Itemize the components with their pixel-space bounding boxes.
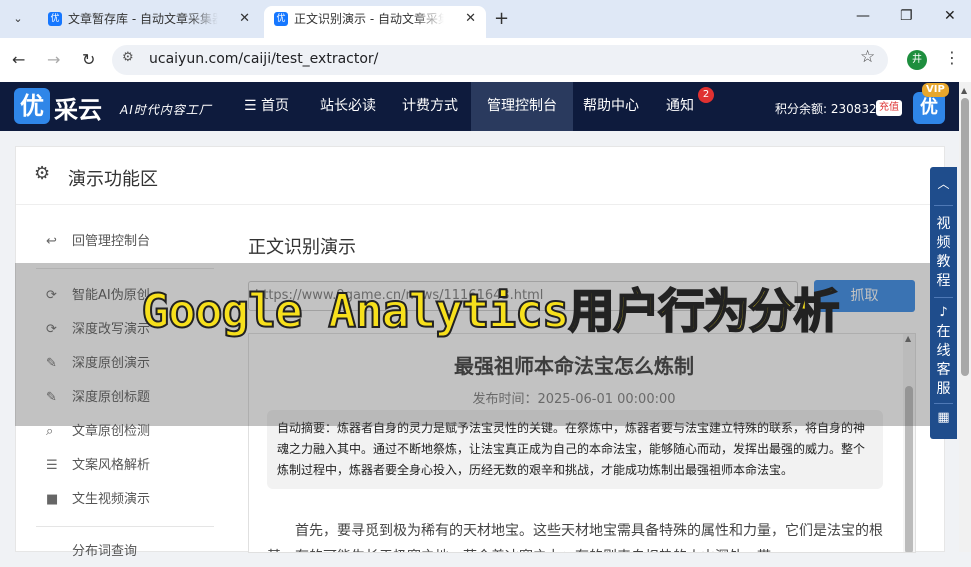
close-window-icon[interactable]: ✕: [944, 8, 956, 24]
logo-icon[interactable]: 优: [14, 88, 50, 124]
sidebar-item-label: 文生视频演示: [72, 492, 151, 507]
float-divider: [934, 297, 953, 298]
tab-list-chevron-icon[interactable]: ⌄: [8, 9, 28, 29]
vip-badge: VIP: [922, 83, 949, 97]
browser-tab-bar: ⌄ 优 文章暂存库 - 自动文章采集器 - 优采云 ✕ 优 正文识别演示 - 自…: [0, 0, 971, 38]
slogan: AI时代内容工厂: [120, 103, 212, 117]
nav-must-read[interactable]: 站长必读: [304, 82, 392, 131]
browser-tab-active[interactable]: 优 正文识别演示 - 自动文章采集器 - 优采云 ✕: [264, 6, 486, 38]
nav-home[interactable]: ☰ 首页: [228, 82, 305, 131]
overlay-caption: Google Analytics用户行为分析: [140, 284, 840, 338]
demo-title: 正文识别演示: [248, 237, 356, 258]
url-text: ucaiyun.com/caiji/test_extractor/: [149, 51, 379, 67]
floating-help-panel: ︿ 视频教程 ♪ 在线客服 ▦: [930, 167, 957, 439]
close-tab-icon[interactable]: ✕: [239, 6, 250, 32]
scroll-thumb[interactable]: [961, 98, 969, 376]
gear-icon: ⚙: [34, 163, 51, 184]
site-info-icon[interactable]: ⚙: [122, 50, 134, 65]
new-tab-button[interactable]: +: [494, 6, 509, 32]
float-divider: [934, 403, 953, 404]
collapse-up-icon[interactable]: ︿: [930, 175, 957, 192]
close-tab-icon[interactable]: ✕: [465, 6, 476, 32]
scroll-up-icon[interactable]: ▲: [961, 86, 967, 95]
url-field[interactable]: ⚙ ucaiyun.com/caiji/test_extractor/: [112, 45, 888, 75]
float-divider: [934, 205, 953, 206]
notify-count-badge: 2: [698, 87, 714, 103]
sidebar-item-keyword-query[interactable]: 分布词查询: [46, 537, 137, 567]
sidebar-item-text-to-video[interactable]: ■ 文生视频演示: [46, 485, 150, 515]
panel-header: ⚙ 演示功能区: [16, 147, 944, 205]
page-scrollbar[interactable]: ▲: [959, 82, 971, 552]
tab-title: 正文识别演示 - 自动文章采集器 - 优采云: [294, 12, 444, 26]
sidebar-item-style-analysis[interactable]: ☰ 文案风格解析: [46, 451, 150, 481]
nav-console[interactable]: 管理控制台: [471, 82, 573, 131]
list-icon: ☰: [46, 458, 58, 473]
article-body: 首先，要寻觅到极为稀有的天材地宝。这些天材地宝需具备特殊的属性和力量，它们是法宝…: [267, 523, 883, 552]
points-balance: 积分余额: 2308329: [775, 102, 885, 116]
tab-title: 文章暂存库 - 自动文章采集器 - 优采云: [68, 12, 218, 26]
video-camera-icon: ■: [46, 492, 59, 507]
address-bar-row: ← → ↻ ⚙ ucaiyun.com/caiji/test_extractor…: [0, 38, 971, 82]
browser-menu-icon[interactable]: ⋮: [944, 48, 960, 67]
panel-title: 演示功能区: [68, 169, 158, 190]
sidebar-item-label: 文章原创检测: [72, 424, 151, 439]
return-arrow-icon: ↩: [46, 234, 57, 249]
site-header: 优 采云 AI时代内容工厂 ☰ 首页 站长必读 计费方式 管理控制台 帮助中心 …: [0, 82, 959, 131]
nav-pricing[interactable]: 计费方式: [386, 82, 474, 131]
headset-icon: ♪: [939, 305, 948, 320]
logo-text[interactable]: 采云: [54, 90, 102, 125]
profile-avatar[interactable]: 井: [907, 50, 927, 70]
bookmark-star-icon[interactable]: ☆: [860, 47, 875, 67]
sidebar-item-back-console[interactable]: ↩ 回管理控制台: [46, 227, 150, 257]
nav-help[interactable]: 帮助中心: [567, 82, 655, 131]
sidebar-divider: [36, 526, 214, 527]
browser-tab-inactive[interactable]: 优 文章暂存库 - 自动文章采集器 - 优采云 ✕: [38, 6, 260, 38]
recharge-button[interactable]: 充值: [876, 100, 902, 116]
nav-notify[interactable]: 通知 2: [650, 82, 714, 131]
sidebar-item-label: 回管理控制台: [72, 234, 151, 249]
site-favicon-icon: 优: [274, 12, 288, 26]
forward-arrow-icon[interactable]: →: [47, 48, 60, 72]
video-tutorial-link[interactable]: 视频教程: [930, 215, 957, 291]
nav-notify-label: 通知: [666, 98, 694, 114]
minimize-icon[interactable]: —: [856, 8, 870, 24]
restore-icon[interactable]: ❐: [900, 8, 913, 24]
sidebar-item-label: 文案风格解析: [72, 458, 151, 473]
qrcode-icon[interactable]: ▦: [930, 410, 957, 425]
reload-icon[interactable]: ↻: [82, 48, 95, 72]
online-service-link[interactable]: 在线客服: [930, 323, 957, 399]
back-arrow-icon[interactable]: ←: [12, 48, 25, 72]
site-favicon-icon: 优: [48, 12, 62, 26]
